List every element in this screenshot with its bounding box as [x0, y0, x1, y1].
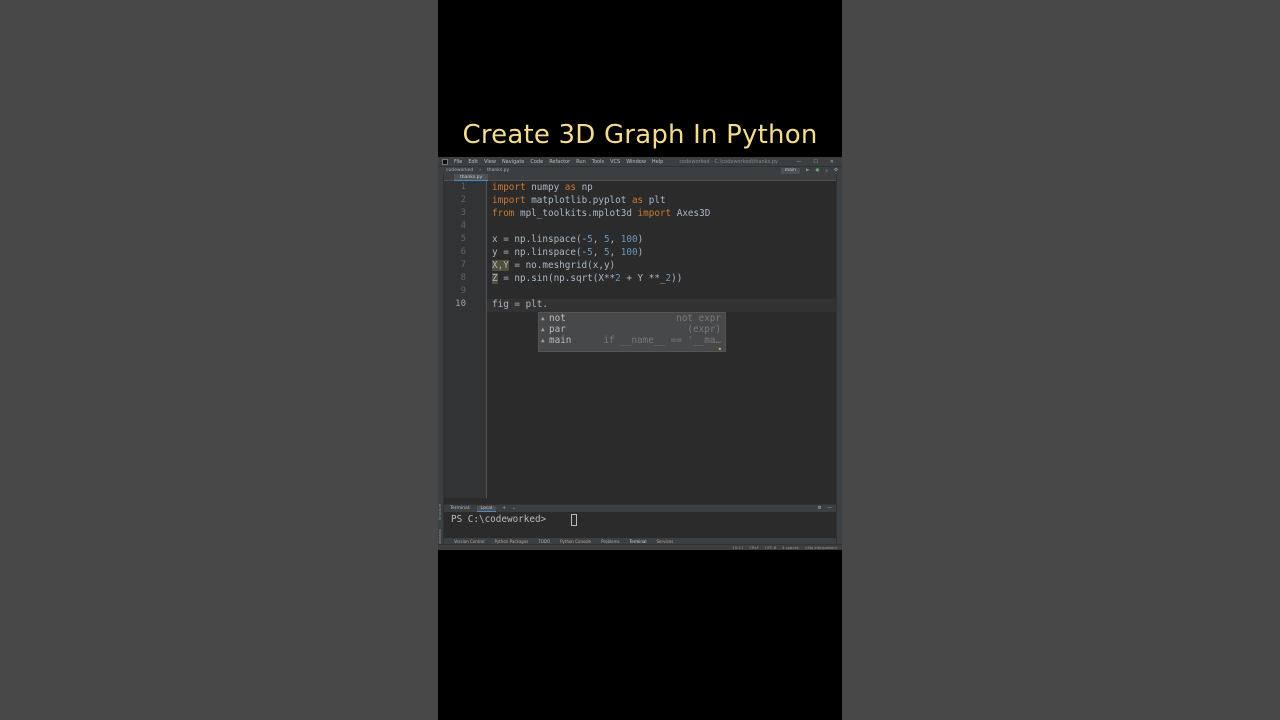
code-line-current[interactable]: fig = plt. [492, 299, 548, 310]
status-bar: 10:11 CRLF UTF-8 4 spaces <No interprete… [438, 544, 842, 550]
video-headline: Create 3D Graph In Python [462, 120, 818, 150]
tool-terminal[interactable]: Terminal [630, 539, 647, 544]
terminal-panel[interactable]: PS C:\codeworked> [444, 512, 836, 538]
run-icon[interactable]: ▶ [806, 168, 809, 174]
code-line[interactable]: import numpy as np [492, 182, 593, 193]
template-icon: ▲ [541, 326, 545, 333]
editor-tab-bar: thanks.py [444, 174, 836, 181]
autocomplete-item[interactable]: ▲ not not expr [539, 313, 725, 324]
code-line[interactable]: x = np.linspace(-5, 5, 100) [492, 234, 643, 245]
tab-thanks-py[interactable]: thanks.py [454, 174, 489, 181]
menu-vcs[interactable]: VCS [610, 159, 620, 165]
menu-refactor[interactable]: Refactor [549, 159, 570, 165]
autocomplete-item[interactable]: ▲ par (expr) [539, 324, 725, 335]
tool-version-control[interactable]: Version Control [454, 539, 484, 544]
line-number: 3 [460, 208, 466, 218]
autocomplete-popup: ▲ not not expr ▲ par (expr) ▲ main if __… [538, 312, 726, 352]
terminal-header: Terminal: Local + ⌄ ⚙ — [444, 504, 836, 512]
hide-panel-icon[interactable]: — [828, 506, 833, 511]
terminal-tab-local[interactable]: Local [476, 505, 497, 512]
autocomplete-hint: not expr [676, 313, 721, 324]
run-config-select[interactable]: main [780, 167, 801, 174]
autocomplete-hint: if __name__ == '__ma… [603, 335, 721, 346]
line-number-gutter: 1 2 3 4 5 6 7 8 9 10 [444, 181, 487, 498]
line-number: 1 [460, 182, 466, 192]
line-number: 4 [460, 221, 466, 231]
autocomplete-hint: (expr) [687, 324, 721, 335]
close-button[interactable]: ✕ [830, 159, 834, 165]
line-number: 6 [460, 247, 466, 257]
menu-edit[interactable]: Edit [468, 159, 478, 165]
autocomplete-label: not [549, 313, 566, 324]
menu-navigate[interactable]: Navigate [502, 159, 524, 165]
menu-tools[interactable]: Tools [592, 159, 604, 165]
maximize-button[interactable]: ☐ [813, 159, 817, 165]
line-number: 2 [460, 195, 466, 205]
left-blur-background [0, 0, 438, 720]
breadcrumb-separator-icon: › [479, 168, 482, 173]
line-number: 8 [460, 273, 466, 283]
structure-tool-label[interactable]: Structure [438, 504, 442, 520]
window-controls: — ☐ ✕ [796, 159, 842, 165]
terminal-cursor [571, 514, 577, 526]
code-line[interactable]: y = np.linspace(-5, 5, 100) [492, 247, 643, 258]
minimize-button[interactable]: — [796, 159, 801, 165]
ide-window: File Edit View Navigate Code Refactor Ru… [438, 157, 842, 550]
code-line[interactable]: X,Y = no.meshgrid(x,y) [492, 260, 615, 271]
line-number-current: 10 [455, 299, 466, 309]
menu-help[interactable]: Help [652, 159, 663, 165]
menu-bar: File Edit View Navigate Code Refactor Ru… [438, 157, 842, 166]
line-number: 7 [460, 260, 466, 270]
window-title: codeworked - C:\codeworked\thanks.py [679, 158, 778, 165]
debug-icon[interactable]: ● [815, 168, 819, 174]
tool-python-console[interactable]: Python Console [560, 539, 591, 544]
right-tool-stripe [836, 174, 842, 550]
breadcrumb-file[interactable]: thanks.py [487, 168, 509, 173]
menu-run[interactable]: Run [576, 159, 586, 165]
template-icon: ▲ [541, 315, 545, 322]
navigation-bar: codeworked › thanks.py main ▶ ● ⌕ ⚙ [438, 166, 842, 174]
menu-view[interactable]: View [484, 159, 496, 165]
status-encoding[interactable]: UTF-8 [765, 545, 776, 550]
menu-window[interactable]: Window [626, 159, 646, 165]
code-line[interactable]: from mpl_toolkits.mplot3d import Axes3D [492, 208, 710, 219]
line-number: 9 [460, 286, 466, 296]
status-line-separator[interactable]: CRLF [749, 545, 759, 550]
template-icon: ▲ [541, 337, 545, 344]
tool-problems[interactable]: Problems [601, 539, 619, 544]
search-icon[interactable]: ⌕ [825, 168, 828, 174]
tool-services[interactable]: Services [656, 539, 673, 544]
tool-python-packages[interactable]: Python Packages [494, 539, 528, 544]
menu-file[interactable]: File [454, 159, 462, 165]
status-indent[interactable]: 4 spaces [782, 545, 799, 550]
autocomplete-footer: ● [539, 346, 725, 351]
settings-icon[interactable]: ⚙ [834, 168, 838, 174]
autocomplete-label: main [549, 335, 572, 346]
lightbulb-icon[interactable]: ● [719, 346, 721, 351]
breadcrumb-project[interactable]: codeworked [446, 168, 473, 173]
video-frame: Create 3D Graph In Python File Edit View… [438, 0, 842, 720]
code-line[interactable]: import matplotlib.pyplot as plt [492, 195, 666, 206]
terminal-title: Terminal: [450, 506, 471, 511]
code-line[interactable]: Z = np.sin(np.sqrt(X**2 + Y **_2)) [492, 273, 682, 284]
line-number: 5 [460, 234, 466, 244]
terminal-prompt: PS C:\codeworked> [451, 514, 552, 525]
add-terminal-icon[interactable]: + [502, 506, 506, 511]
app-logo-icon [442, 158, 448, 165]
menu-code[interactable]: Code [530, 159, 543, 165]
tool-todo[interactable]: TODO [538, 539, 550, 544]
status-interpreter[interactable]: <No interpreter> [805, 545, 838, 550]
autocomplete-item[interactable]: ▲ main if __name__ == '__ma… [539, 335, 725, 346]
gear-icon[interactable]: ⚙ [817, 506, 821, 511]
chevron-down-icon[interactable]: ⌄ [512, 506, 516, 511]
right-blur-background [842, 0, 1280, 720]
autocomplete-label: par [549, 324, 566, 335]
status-caret-position[interactable]: 10:11 [732, 545, 743, 550]
